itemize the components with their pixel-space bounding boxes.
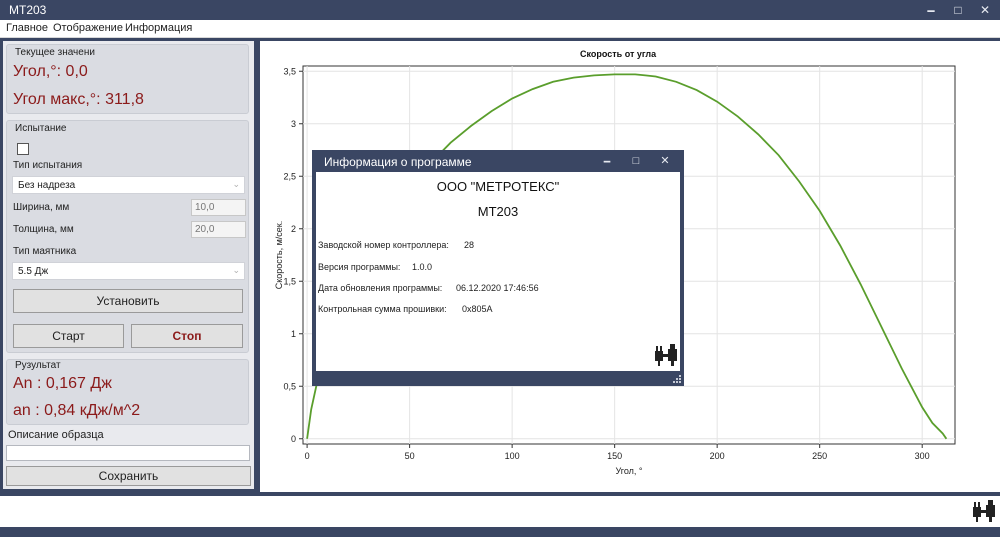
update-value: 06.12.2020 17:46:56 [456, 283, 539, 293]
version-label: Версия программы: [318, 262, 401, 272]
x-tick-label: 250 [812, 451, 827, 461]
thickness-label: Толщина, мм [13, 224, 74, 235]
sample-description-input[interactable] [6, 445, 250, 461]
y-tick-label: 0 [291, 434, 296, 444]
pendulum-value: 5.5 Дж [18, 266, 49, 277]
company-name: ООО "МЕТРОТЕКС" [436, 179, 560, 194]
status-area [0, 496, 1000, 527]
plug-icon [655, 344, 677, 366]
left-panel: Текущее значени Угол,°: 0,0 Угол макс,°:… [3, 41, 254, 489]
dialog-close-icon[interactable]: ✕ [655, 152, 675, 170]
set-button[interactable]: Установить [13, 289, 243, 313]
window-title: МТ203 [9, 3, 47, 17]
menu-item-main[interactable]: Главное [6, 22, 48, 34]
test-type-value: Без надреза [18, 180, 76, 191]
angle-max-value: Угол макс,°: 311,8 [13, 91, 144, 108]
checksum-label: Контрольная сумма прошивки: [318, 304, 447, 314]
x-tick-label: 200 [710, 451, 725, 461]
x-tick-label: 100 [505, 451, 520, 461]
menu-item-display[interactable]: Отображение [53, 22, 123, 34]
current-values-title: Текущее значени [15, 47, 95, 58]
y-axis-label: Скорость, м/сек. [274, 221, 284, 290]
thickness-input[interactable]: 20,0 [191, 221, 246, 238]
minimize-icon[interactable]: 🗕 [917, 0, 945, 20]
dialog-maximize-icon[interactable]: □ [626, 152, 646, 170]
y-tick-label: 1,5 [283, 276, 296, 286]
x-tick-label: 0 [305, 451, 310, 461]
y-tick-label: 3 [291, 119, 296, 129]
save-button[interactable]: Сохранить [6, 466, 251, 486]
chevron-down-icon: ⌄ [232, 179, 240, 189]
test-type-select[interactable]: Без надреза ⌄ [12, 176, 245, 194]
result-title: Рузультат [15, 360, 61, 371]
x-tick-label: 150 [607, 451, 622, 461]
an-value: An : 0,167 Дж [13, 375, 112, 392]
y-tick-label: 3,5 [283, 66, 296, 76]
about-dialog: Информация о программе 🗕 □ ✕ ООО "МЕТРОТ… [312, 150, 684, 386]
serial-value: 28 [464, 240, 475, 250]
title-bar: МТ203 🗕 □ ✕ [0, 0, 1000, 20]
y-tick-label: 2 [291, 224, 296, 234]
version-value: 1.0.0 [412, 262, 433, 272]
width-input[interactable]: 10,0 [191, 199, 246, 216]
menu-item-info[interactable]: Информация [125, 22, 192, 34]
current-values-group: Текущее значени Угол,°: 0,0 Угол макс,°:… [6, 44, 249, 114]
model-name: МТ203 [477, 204, 519, 219]
dialog-content: ООО "МЕТРОТЕКС" МТ203 Заводской номер ко… [316, 172, 680, 371]
test-checkbox[interactable] [17, 143, 29, 155]
close-icon[interactable]: ✕ [971, 0, 999, 20]
stop-button[interactable]: Стоп [131, 324, 243, 348]
test-group: Испытание Тип испытания Без надреза ⌄ Ши… [6, 120, 249, 353]
checksum-value: 0x805A [462, 304, 493, 314]
serial-label: Заводской номер контроллера: [318, 240, 449, 250]
y-tick-label: 2,5 [283, 171, 296, 181]
update-label: Дата обновления программы: [318, 283, 443, 293]
angle-value: Угол,°: 0,0 [13, 63, 88, 80]
menu-bar: Главное Отображение Информация [0, 20, 1000, 38]
an-specific-value: an : 0,84 кДж/м^2 [13, 402, 141, 419]
sample-label: Описание образца [8, 429, 104, 441]
resize-grip-icon[interactable] [673, 375, 682, 384]
y-tick-label: 1 [291, 329, 296, 339]
pendulum-label: Тип маятника [13, 246, 77, 257]
test-type-label: Тип испытания [13, 160, 83, 171]
plug-icon [973, 500, 995, 522]
result-group: Рузультат An : 0,167 Дж an : 0,84 кДж/м^… [6, 359, 249, 425]
dialog-minimize-icon[interactable]: 🗕 [597, 152, 617, 170]
chevron-down-icon: ⌄ [232, 265, 240, 275]
x-tick-label: 300 [915, 451, 930, 461]
x-axis-label: Угол, ° [615, 466, 642, 476]
dialog-title: Информация о программе [324, 155, 472, 169]
start-button[interactable]: Старт [13, 324, 124, 348]
pendulum-select[interactable]: 5.5 Дж ⌄ [12, 262, 245, 280]
width-label: Ширина, мм [13, 202, 70, 213]
maximize-icon[interactable]: □ [944, 0, 972, 20]
test-title: Испытание [15, 123, 67, 134]
y-tick-label: 0,5 [283, 381, 296, 391]
footer-bar [0, 527, 1000, 537]
x-tick-label: 50 [405, 451, 415, 461]
